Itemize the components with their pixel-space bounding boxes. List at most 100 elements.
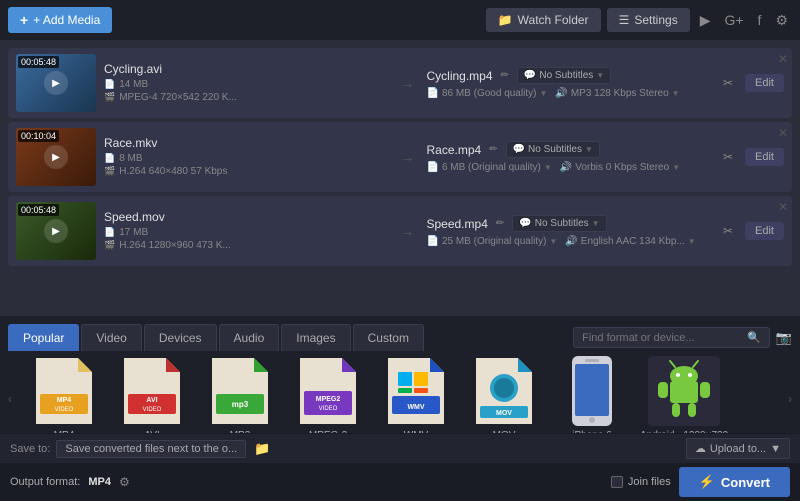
join-files-label: Join files bbox=[628, 476, 671, 488]
tab-video[interactable]: Video bbox=[81, 324, 141, 351]
svg-text:VIDEO: VIDEO bbox=[143, 407, 162, 413]
chevron-down-icon: ▼ bbox=[596, 71, 604, 80]
browse-folder-button[interactable]: 📁 bbox=[252, 441, 272, 457]
audio-icon: 🔊 bbox=[555, 88, 567, 99]
size-chevron-icon[interactable]: ▼ bbox=[539, 89, 547, 98]
source-size: 17 MB bbox=[119, 227, 148, 238]
svg-text:MPEG2: MPEG2 bbox=[316, 396, 341, 403]
audio-chevron-icon[interactable]: ▼ bbox=[672, 163, 680, 172]
file-icon: 📄 bbox=[104, 79, 115, 90]
media-item: 00:05:48 ▶ Speed.mov 📄 17 MB 🎬 H.264 128… bbox=[8, 196, 792, 266]
add-media-button[interactable]: + + Add Media bbox=[8, 7, 112, 33]
scroll-left-arrow[interactable]: ‹ bbox=[0, 355, 20, 442]
mp4-icon: MP4 VIDEO bbox=[29, 356, 99, 426]
size-chevron-icon[interactable]: ▼ bbox=[544, 163, 552, 172]
avi-icon: AVI VIDEO bbox=[117, 356, 187, 426]
tab-images[interactable]: Images bbox=[281, 324, 350, 351]
format-item-mp4[interactable]: MP4 VIDEO MP4 bbox=[24, 356, 104, 441]
play-icon[interactable]: ▶ bbox=[44, 219, 68, 243]
output-size-label: 86 MB (Good quality) bbox=[442, 88, 537, 99]
settings-button[interactable]: ☰ Settings bbox=[607, 8, 690, 32]
output-meta: 📄 86 MB (Good quality) ▼ 🔊 MP3 128 Kbps … bbox=[426, 88, 710, 99]
subtitle-button[interactable]: 💬 No Subtitles ▼ bbox=[512, 215, 606, 232]
source-codec: H.264 1280×960 473 K... bbox=[119, 240, 230, 251]
watch-folder-label: Watch Folder bbox=[518, 13, 589, 27]
format-item-avi[interactable]: AVI VIDEO AVI bbox=[112, 356, 192, 441]
watch-folder-button[interactable]: 📁 Watch Folder bbox=[486, 8, 601, 32]
tab-audio[interactable]: Audio bbox=[219, 324, 280, 351]
remove-item-button[interactable]: ✕ bbox=[778, 126, 788, 140]
format-item-android[interactable]: Android - 1280×720 bbox=[640, 356, 728, 441]
codec-meta: 🎬 MPEG-4 720×542 220 K... bbox=[104, 92, 388, 103]
chevron-down-icon: ▼ bbox=[585, 145, 593, 154]
mp3-file-shape: mp3 bbox=[212, 358, 268, 424]
remove-item-button[interactable]: ✕ bbox=[778, 200, 788, 214]
edit-button[interactable]: Edit bbox=[745, 148, 784, 166]
media-info: Speed.mov 📄 17 MB 🎬 H.264 1280×960 473 K… bbox=[104, 210, 388, 253]
format-item-wmv[interactable]: WMV WMV bbox=[376, 356, 456, 441]
edit-button[interactable]: Edit bbox=[745, 74, 784, 92]
join-files-checkbox[interactable] bbox=[611, 476, 623, 488]
codec-meta: 🎬 H.264 640×480 57 Kbps bbox=[104, 166, 388, 177]
audio-chevron-icon[interactable]: ▼ bbox=[688, 237, 696, 246]
output-top: Race.mp4 ✏ 💬 No Subtitles ▼ bbox=[426, 141, 710, 158]
output-meta: 📄 6 MB (Original quality) ▼ 🔊 Vorbis 0 K… bbox=[426, 162, 710, 173]
duration-badge: 00:05:48 bbox=[18, 204, 59, 216]
output-filename: Race.mp4 bbox=[426, 143, 481, 157]
media-thumbnail[interactable]: 00:05:48 ▶ bbox=[16, 202, 96, 260]
audio-chevron-icon[interactable]: ▼ bbox=[672, 89, 680, 98]
plus-icon: + bbox=[20, 12, 28, 28]
source-filename: Speed.mov bbox=[104, 210, 388, 224]
codec-icon: 🎬 bbox=[104, 166, 115, 177]
media-item: 00:10:04 ▶ Race.mkv 📄 8 MB 🎬 H.264 640×4… bbox=[8, 122, 792, 192]
play-icon[interactable]: ▶ bbox=[44, 71, 68, 95]
subtitle-icon: 💬 bbox=[513, 144, 525, 155]
convert-button[interactable]: ⚡ Convert bbox=[679, 467, 790, 497]
size-chevron-icon[interactable]: ▼ bbox=[549, 237, 557, 246]
remove-item-button[interactable]: ✕ bbox=[778, 52, 788, 66]
tab-custom[interactable]: Custom bbox=[353, 324, 424, 351]
trim-scissors-icon[interactable]: ✂ bbox=[719, 76, 737, 90]
output-size-label: 25 MB (Original quality) bbox=[442, 236, 546, 247]
trim-scissors-icon[interactable]: ✂ bbox=[719, 224, 737, 238]
subtitle-label: No Subtitles bbox=[539, 70, 593, 81]
tab-popular[interactable]: Popular bbox=[8, 324, 79, 351]
save-path-display: Save converted files next to the o... bbox=[56, 440, 246, 458]
bottom-bar: Output format: MP4 ⚙ Join files ⚡ Conver… bbox=[0, 463, 800, 501]
format-search-input[interactable] bbox=[582, 332, 742, 344]
facebook-icon[interactable]: f bbox=[754, 12, 766, 28]
youtube-icon[interactable]: ▶ bbox=[696, 12, 715, 29]
media-thumbnail[interactable]: 00:10:04 ▶ bbox=[16, 128, 96, 186]
edit-output-name-icon[interactable]: ✏ bbox=[496, 218, 504, 229]
format-item-mpeg2[interactable]: MPEG2 VIDEO MPEG-2 bbox=[288, 356, 368, 441]
options-icon[interactable]: ⚙ bbox=[771, 12, 792, 29]
codec-icon: 🎬 bbox=[104, 92, 115, 103]
settings-icon: ☰ bbox=[619, 13, 630, 27]
media-list: 00:05:48 ▶ Cycling.avi 📄 14 MB 🎬 MPEG-4 … bbox=[0, 40, 800, 274]
format-item-iphone6[interactable]: iPhone 6 bbox=[552, 356, 632, 441]
subtitle-label: No Subtitles bbox=[528, 144, 582, 155]
upload-button[interactable]: ☁ Upload to... ▼ bbox=[686, 438, 790, 459]
edit-output-name-icon[interactable]: ✏ bbox=[501, 70, 509, 81]
subtitle-label: No Subtitles bbox=[535, 218, 589, 229]
subtitle-button[interactable]: 💬 No Subtitles ▼ bbox=[506, 141, 600, 158]
duration-badge: 00:05:48 bbox=[18, 56, 59, 68]
tab-devices[interactable]: Devices bbox=[144, 324, 217, 351]
trim-scissors-icon[interactable]: ✂ bbox=[719, 150, 737, 164]
media-thumbnail[interactable]: 00:05:48 ▶ bbox=[16, 54, 96, 112]
play-icon[interactable]: ▶ bbox=[44, 145, 68, 169]
source-size: 14 MB bbox=[119, 79, 148, 90]
output-format-label: Output format: bbox=[10, 476, 80, 488]
google-plus-icon[interactable]: G+ bbox=[720, 12, 747, 28]
top-bar: + + Add Media 📁 Watch Folder ☰ Settings … bbox=[0, 0, 800, 40]
subtitle-button[interactable]: 💬 No Subtitles ▼ bbox=[517, 67, 611, 84]
output-settings-gear-icon[interactable]: ⚙ bbox=[119, 475, 130, 489]
format-item-mp3[interactable]: mp3 MP3 bbox=[200, 356, 280, 441]
camera-icon[interactable]: 📷 bbox=[776, 330, 792, 346]
edit-output-name-icon[interactable]: ✏ bbox=[489, 144, 497, 155]
format-item-mov[interactable]: MOV MOV bbox=[464, 356, 544, 441]
search-icon[interactable]: 🔍 bbox=[747, 331, 761, 344]
edit-button[interactable]: Edit bbox=[745, 222, 784, 240]
chevron-down-icon: ▼ bbox=[592, 219, 600, 228]
scroll-right-arrow[interactable]: › bbox=[780, 355, 800, 442]
